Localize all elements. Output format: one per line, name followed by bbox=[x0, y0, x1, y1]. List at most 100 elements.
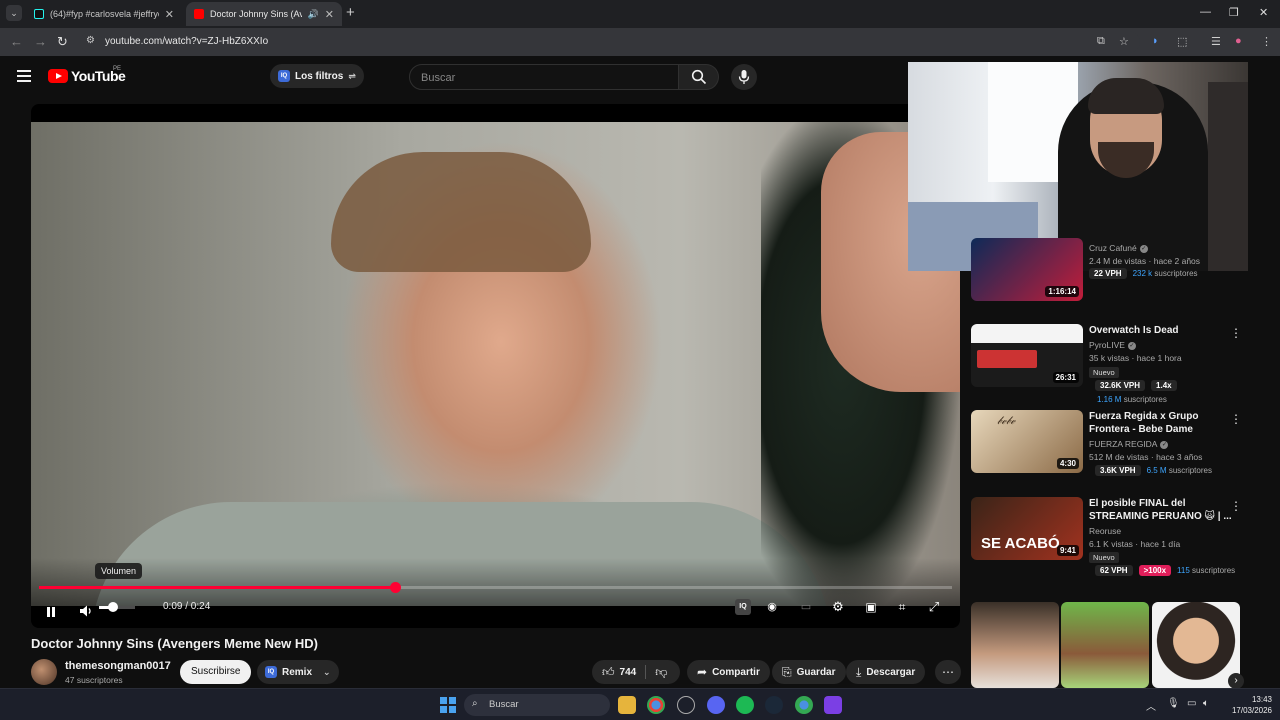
chrome-icon[interactable] bbox=[647, 696, 665, 714]
tab-search-icon[interactable]: ⌄ bbox=[6, 5, 22, 21]
extensions-puzzle-icon[interactable]: ⬚ bbox=[1177, 35, 1187, 48]
recommendation-item[interactable]: SE ACABÓ 9:41 El posible FINAL del STREA… bbox=[968, 497, 1268, 583]
video-title[interactable]: El posible FINAL del STREAMING PERUANO 🙀… bbox=[1089, 497, 1234, 523]
browser-menu-icon[interactable]: ⋮ bbox=[1261, 35, 1272, 48]
chevron-down-icon[interactable]: ⌄ bbox=[323, 667, 331, 678]
volume-tray-icon[interactable]: 🔈︎ bbox=[1203, 698, 1209, 709]
video-thumbnail[interactable]: 26:31 bbox=[971, 324, 1083, 387]
fullscreen-icon[interactable]: ⤢ bbox=[926, 596, 942, 618]
download-icon: ⤓ bbox=[856, 664, 862, 679]
menu-hamburger-icon[interactable] bbox=[17, 70, 31, 82]
channel-name-main[interactable]: themesongman0017 bbox=[65, 660, 171, 672]
more-actions-button[interactable]: ⋯ bbox=[935, 660, 961, 684]
recommendation-item[interactable]: 26:31 Overwatch Is Dead ⋮ PyroLIVE ✓ 35 k… bbox=[968, 324, 1268, 404]
channel-name[interactable]: PyroLIVE ✓ bbox=[1089, 340, 1136, 350]
short-thumbnail[interactable] bbox=[971, 602, 1059, 688]
settings-gear-icon[interactable]: ⚙ bbox=[830, 596, 846, 618]
site-info-icon[interactable]: ⚙ bbox=[86, 35, 95, 46]
discord-icon[interactable] bbox=[707, 696, 725, 714]
more-actions-icon[interactable]: ⋮ bbox=[1230, 326, 1242, 340]
new-badge: Nuevo bbox=[1089, 552, 1119, 563]
more-actions-icon[interactable]: ⋮ bbox=[1230, 412, 1242, 426]
install-app-icon[interactable]: ⧉ bbox=[1097, 35, 1105, 48]
cast-icon[interactable]: ⌗ bbox=[894, 596, 910, 618]
video-thumbnail[interactable]: 𝒷ℯ𝒷ℯ 4:30 bbox=[971, 410, 1083, 473]
volume-slider[interactable] bbox=[99, 602, 135, 612]
save-button[interactable]: ⎘ Guardar bbox=[772, 660, 846, 684]
iq-player-icon[interactable]: IQ bbox=[735, 599, 751, 615]
back-icon[interactable]: ← bbox=[10, 34, 23, 49]
close-window-icon[interactable]: ✕ bbox=[1259, 6, 1268, 19]
view-meta: 512 M de vistas · hace 3 años bbox=[1089, 452, 1203, 462]
channel-name[interactable]: FUERZA REGIDA ✓ bbox=[1089, 439, 1169, 449]
reading-list-icon[interactable]: ☰ bbox=[1211, 35, 1221, 48]
chrome-profile-icon[interactable] bbox=[795, 696, 813, 714]
video-thumbnail[interactable]: SE ACABÓ 9:41 bbox=[971, 497, 1083, 560]
view-meta: 35 k vistas · hace 1 hora bbox=[1089, 353, 1182, 363]
volume-knob[interactable] bbox=[108, 602, 119, 612]
dislike-icon[interactable]: 👎︎ bbox=[655, 665, 667, 680]
spotify-icon[interactable] bbox=[736, 696, 754, 714]
steam-icon[interactable] bbox=[765, 696, 783, 714]
bookmark-star-icon[interactable]: ☆ bbox=[1119, 35, 1129, 48]
browser-tab-youtube[interactable]: Doctor Johnny Sins (Avenge 🔊 ✕ bbox=[186, 2, 342, 26]
url-text[interactable]: youtube.com/watch?v=ZJ-HbZ6XXIo bbox=[105, 36, 268, 47]
youtube-header: YouTube PE IQ Los filtros ⇌ Buscar bbox=[0, 56, 910, 96]
subscriber-count: 1.16 M suscriptores bbox=[1097, 395, 1167, 404]
progress-bar[interactable] bbox=[39, 582, 952, 593]
remix-button[interactable]: IQ Remix ⌄ bbox=[257, 660, 339, 684]
video-thumbnail[interactable]: 1:16:14 bbox=[971, 238, 1083, 301]
extension-icon[interactable]: ◗ bbox=[1152, 35, 1159, 47]
profile-avatar-icon[interactable]: ● bbox=[1235, 35, 1242, 47]
forward-icon[interactable]: → bbox=[34, 34, 47, 49]
autoplay-toggle-icon[interactable]: ◉ bbox=[765, 596, 779, 618]
video-player[interactable]: Volumen 0:09 / 0:24 IQ ◉ ▭ ⚙ ▣ ⌗ ⤢ bbox=[31, 104, 960, 628]
windows-start-icon[interactable] bbox=[440, 697, 456, 713]
video-title[interactable]: Fuerza Regida x Grupo Frontera - Bebe Da… bbox=[1089, 410, 1234, 436]
microphone-tray-icon[interactable]: 🎙︎ bbox=[1167, 698, 1180, 709]
show-hidden-icons[interactable]: ︿ bbox=[1146, 698, 1156, 713]
video-frame[interactable] bbox=[31, 122, 960, 606]
file-explorer-icon[interactable] bbox=[618, 696, 636, 714]
close-tab-icon[interactable]: ✕ bbox=[165, 8, 174, 21]
system-clock[interactable]: 13:43 17/03/2026 bbox=[1222, 694, 1272, 716]
short-thumbnail[interactable] bbox=[1061, 602, 1149, 688]
pause-icon[interactable] bbox=[45, 601, 57, 623]
like-count[interactable]: 744 bbox=[620, 667, 637, 678]
channel-name[interactable]: Reoruse bbox=[1089, 526, 1121, 536]
recommendation-item[interactable]: 𝒷ℯ𝒷ℯ 4:30 Fuerza Regida x Grupo Frontera… bbox=[968, 410, 1268, 490]
reload-icon[interactable]: ↻ bbox=[57, 34, 68, 50]
download-button[interactable]: ⤓ Descargar bbox=[846, 660, 926, 684]
channel-avatar[interactable] bbox=[31, 659, 57, 685]
app-grid-icon[interactable] bbox=[824, 696, 842, 714]
short-thumbnail[interactable] bbox=[1152, 602, 1240, 688]
recommendation-item[interactable]: 1:16:14 Cruz Cafuné ✓ 2.4 M de vistas · h… bbox=[968, 238, 1268, 308]
subscribe-button[interactable]: Suscribirse bbox=[180, 660, 252, 684]
close-tab-icon[interactable]: ✕ bbox=[325, 8, 334, 21]
subtitles-icon[interactable]: ▭ bbox=[797, 596, 815, 618]
theater-mode-icon[interactable]: ▣ bbox=[862, 596, 880, 618]
obs-icon[interactable] bbox=[677, 696, 695, 714]
minimize-icon[interactable]: — bbox=[1200, 6, 1211, 18]
chevron-right-icon[interactable]: › bbox=[1228, 673, 1244, 689]
search-input[interactable]: Buscar bbox=[409, 64, 679, 90]
channel-name[interactable]: Cruz Cafuné ✓ bbox=[1089, 243, 1148, 253]
omnibox[interactable]: ⚙ youtube.com/watch?v=ZJ-HbZ6XXIo bbox=[80, 31, 1140, 53]
share-button[interactable]: ➦ Compartir bbox=[687, 660, 770, 684]
like-icon[interactable]: 👍︎ bbox=[602, 665, 615, 680]
more-actions-icon[interactable]: ⋮ bbox=[1230, 499, 1242, 513]
remix-label: Remix bbox=[282, 666, 313, 678]
filters-button[interactable]: IQ Los filtros ⇌ bbox=[270, 64, 364, 88]
network-icon[interactable]: ▭ bbox=[1187, 698, 1196, 709]
channel-label: PyroLIVE bbox=[1089, 340, 1125, 350]
new-tab-icon[interactable]: + bbox=[346, 5, 355, 21]
audio-playing-icon[interactable]: 🔊 bbox=[308, 9, 319, 20]
browser-tab-tiktok[interactable]: (64)#fyp #carlosvela #jeffryeps ✕ bbox=[26, 2, 182, 26]
voice-search-button[interactable] bbox=[731, 64, 757, 90]
volume-icon[interactable] bbox=[79, 600, 93, 622]
search-button[interactable] bbox=[679, 64, 719, 90]
taskbar-search[interactable]: ⌕ Buscar bbox=[464, 694, 610, 716]
restore-icon[interactable]: ❐ bbox=[1229, 6, 1239, 19]
progress-scrubber[interactable] bbox=[390, 582, 402, 593]
video-title[interactable]: Overwatch Is Dead bbox=[1089, 324, 1234, 337]
